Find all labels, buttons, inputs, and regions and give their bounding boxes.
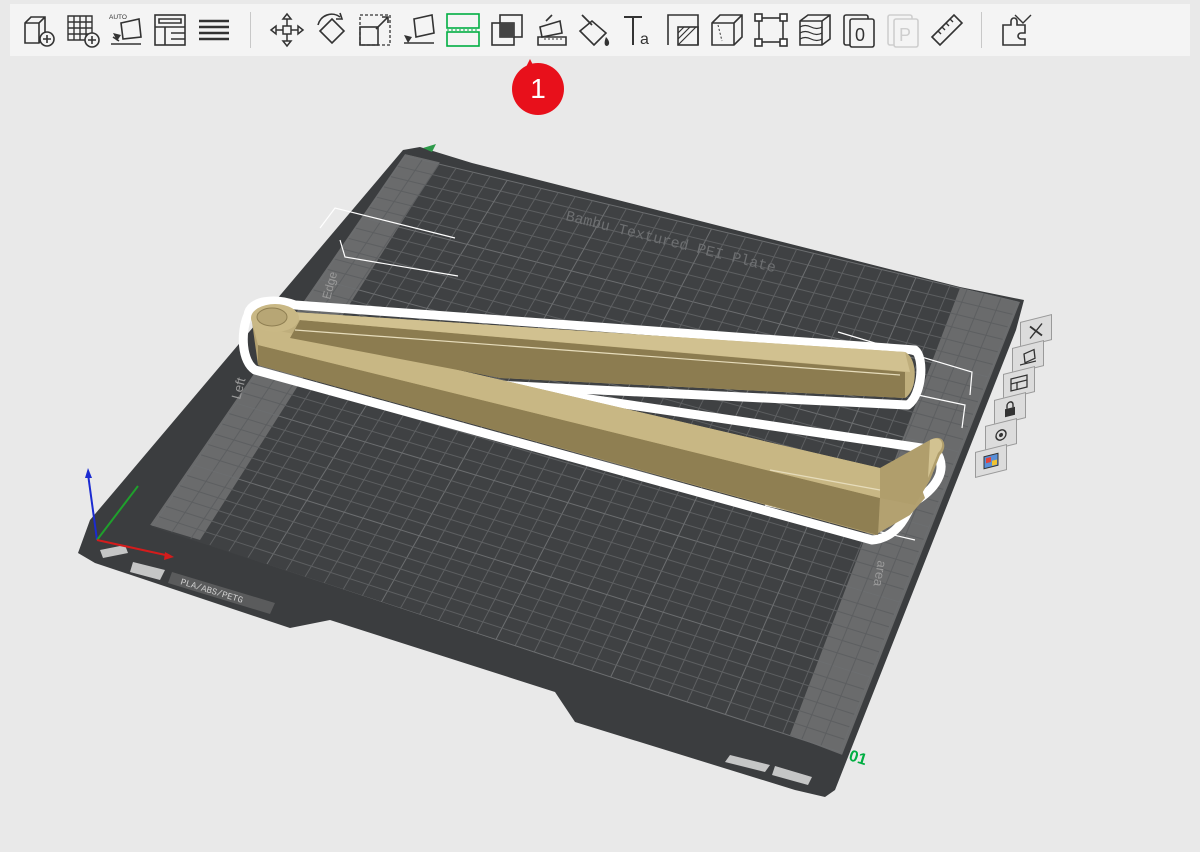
- support-paint-icon: [537, 14, 567, 46]
- wireframe-cube-icon: [711, 14, 743, 46]
- height-range-button[interactable]: [793, 7, 837, 53]
- close-x-icon: [1029, 323, 1043, 339]
- cut-icon: [446, 13, 480, 47]
- cube-add-icon: [24, 16, 55, 47]
- grid-add-icon: [67, 15, 100, 48]
- layers-menu-button[interactable]: [192, 7, 236, 53]
- plate-number-label: 01: [847, 748, 869, 769]
- svg-text:0: 0: [855, 25, 865, 45]
- layers-menu-icon: [199, 19, 229, 41]
- seam-paint-icon: [667, 14, 699, 46]
- arrange-button[interactable]: [148, 7, 192, 53]
- bounding-box-button[interactable]: [749, 7, 793, 53]
- toolbar-separator: [250, 12, 251, 48]
- main-toolbar: AUTO a 0 P: [10, 4, 1190, 56]
- cut-button[interactable]: [441, 7, 485, 53]
- height-range-icon: [799, 14, 831, 46]
- move-button[interactable]: [265, 7, 309, 53]
- rotate-icon: [317, 12, 346, 45]
- arrange-plate-icon: [1010, 374, 1028, 392]
- svg-text:AUTO: AUTO: [109, 14, 127, 21]
- move-icon: [269, 12, 305, 48]
- callout-marker: 1: [510, 59, 564, 115]
- callout-number: 1: [512, 63, 564, 115]
- variable-layer-button[interactable]: 0: [837, 7, 881, 53]
- assembly-view-button[interactable]: [994, 7, 1038, 53]
- boolean-button[interactable]: [485, 7, 529, 53]
- 3d-viewport[interactable]: PLA/ABS/PETG Bambu Textured PEI Plate Le…: [0, 56, 1200, 852]
- orient-plate-icon: [1020, 348, 1036, 366]
- variable-layer-icon: 0: [843, 14, 875, 48]
- lay-on-face-button[interactable]: [397, 7, 441, 53]
- scale-icon: [359, 14, 391, 46]
- bounding-box-icon: [754, 13, 788, 47]
- svg-text:P: P: [899, 25, 911, 45]
- scale-button[interactable]: [353, 7, 397, 53]
- text-icon: a: [624, 16, 649, 48]
- assembly-plate-button[interactable]: P: [881, 7, 925, 53]
- lock-icon: [1005, 401, 1015, 418]
- svg-text:a: a: [640, 31, 649, 48]
- auto-orient-button[interactable]: AUTO: [104, 7, 148, 53]
- auto-orient-icon: AUTO: [109, 14, 142, 45]
- rotate-button[interactable]: [309, 7, 353, 53]
- puzzle-icon: [1002, 14, 1032, 46]
- arrange-icon: [154, 14, 186, 46]
- seam-paint-button[interactable]: [661, 7, 705, 53]
- color-paint-button[interactable]: [573, 7, 617, 53]
- lay-on-face-icon: [404, 14, 435, 44]
- toolbar-separator: [981, 12, 982, 48]
- build-plate-scene: PLA/ABS/PETG Bambu Textured PEI Plate Le…: [78, 144, 1024, 797]
- support-paint-button[interactable]: [529, 7, 573, 53]
- plate-p-icon: P: [887, 14, 919, 48]
- color-palette-icon: [983, 452, 999, 470]
- add-object-button[interactable]: [16, 7, 60, 53]
- ruler-icon: [930, 13, 964, 47]
- boolean-icon: [491, 14, 523, 46]
- paint-bucket-icon: [578, 14, 610, 47]
- fuzzy-skin-button[interactable]: [705, 7, 749, 53]
- gear-icon: [995, 429, 1007, 441]
- add-plate-button[interactable]: [60, 7, 104, 53]
- text-button[interactable]: a: [617, 7, 661, 53]
- measure-button[interactable]: [925, 7, 969, 53]
